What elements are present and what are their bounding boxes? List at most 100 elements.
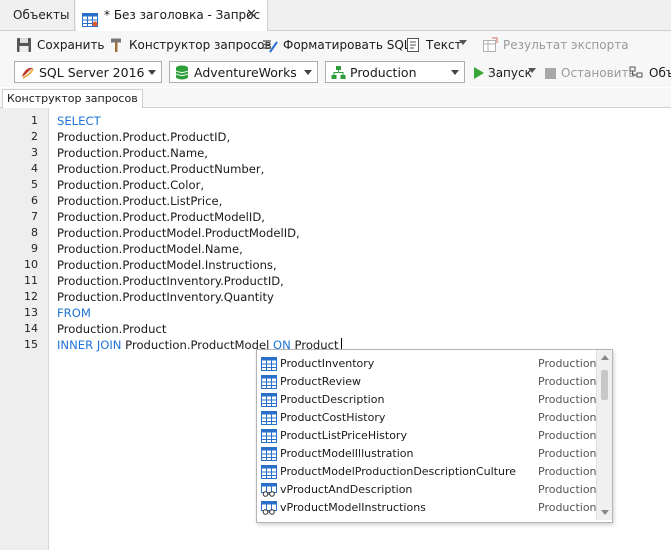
- text-mode-chevron-down-icon[interactable]: [459, 40, 467, 45]
- code-line: SELECT: [57, 113, 101, 129]
- autocomplete-item-name: vProductModelInstructions: [280, 501, 426, 514]
- connection-toolbar: SQL Server 2016 AdventureWorks Productio…: [0, 59, 671, 87]
- autocomplete-item-name: ProductCostHistory: [280, 411, 386, 424]
- code-line: Production.ProductModel.ProductModelID,: [57, 225, 300, 241]
- autocomplete-item-schema: Production: [538, 429, 597, 442]
- editor-subtabs: Конструктор запросов: [0, 88, 671, 108]
- autocomplete-item-schema: Production: [538, 411, 597, 424]
- tab-title: * Без заголовка - Запрос: [104, 8, 261, 22]
- autocomplete-item-schema: Production: [538, 357, 597, 370]
- schema-tree-icon: [331, 65, 346, 83]
- line-number: 15: [24, 338, 38, 351]
- sql-keyword: SELECT: [57, 114, 101, 128]
- line-number: 4: [31, 162, 38, 175]
- autocomplete-item[interactable]: ProductReview Production: [257, 373, 597, 391]
- line-number: 9: [31, 242, 38, 255]
- sql-text: Production.Product.ProductNumber,: [57, 162, 265, 176]
- line-number: 10: [24, 258, 38, 271]
- explain-button[interactable]: Объ: [629, 63, 671, 83]
- code-line: Production.Product.Color,: [57, 177, 204, 193]
- sql-text: Production.ProductInventory.Quantity: [57, 290, 274, 304]
- close-tab-icon[interactable]: ✕: [246, 0, 257, 30]
- code-line: Production.ProductModel.Instructions,: [57, 257, 277, 273]
- autocomplete-item-schema: Production: [538, 483, 597, 496]
- chevron-down-icon: [304, 70, 312, 75]
- document-tab-strip: Объекты * Без заголовка - Запрос ✕: [0, 0, 671, 31]
- line-number: 11: [24, 274, 38, 287]
- chevron-down-icon: [451, 70, 459, 75]
- autocomplete-item-schema: Production: [538, 447, 597, 460]
- code-line: Production.ProductModel.Name,: [57, 241, 243, 257]
- autocomplete-scrollbar[interactable]: [596, 350, 612, 520]
- autocomplete-item-name: vProductAndDescription: [280, 483, 413, 496]
- line-number-gutter: 1 2 3 4 5 6 7 8 9 10 11 12 13 14 15: [0, 108, 49, 550]
- query-builder-button[interactable]: Конструктор запросов: [108, 35, 272, 55]
- tab-query-document[interactable]: * Без заголовка - Запрос ✕: [76, 0, 268, 31]
- sql-text: Production.Product.Name,: [57, 146, 208, 160]
- autocomplete-item-schema: Production: [538, 501, 597, 514]
- line-number: 8: [31, 226, 38, 239]
- run-chevron-down-icon[interactable]: [528, 68, 536, 73]
- line-number: 2: [31, 130, 38, 143]
- code-line: Production.Product.Name,: [57, 145, 208, 161]
- line-number: 3: [31, 146, 38, 159]
- hammer-icon: [108, 37, 124, 59]
- sql-text: Production.ProductModel.Name,: [57, 242, 243, 256]
- line-number: 14: [24, 322, 38, 335]
- export-result-button[interactable]: Результат экспорта: [482, 35, 629, 55]
- sql-keyword: FROM: [57, 306, 91, 320]
- sql-keyword: INNER JOIN: [57, 338, 122, 352]
- autocomplete-item-name: ProductInventory: [280, 357, 375, 370]
- sql-text: Production.Product.ListPrice,: [57, 194, 223, 208]
- explain-plan-icon: [629, 65, 643, 87]
- autocomplete-item[interactable]: vProductAndDescription Production: [257, 481, 597, 499]
- export-icon: [482, 37, 498, 59]
- autocomplete-item[interactable]: vProductModelInstructions Production: [257, 499, 597, 517]
- text-mode-button[interactable]: Текст: [405, 35, 465, 55]
- scroll-up-icon[interactable]: [601, 355, 609, 360]
- main-toolbar: Сохранить Конструктор запросов Форматиро…: [0, 31, 671, 59]
- autocomplete-item[interactable]: ProductInventory Production: [257, 355, 597, 373]
- autocomplete-item[interactable]: ProductModelProductionDescriptionCulture…: [257, 463, 597, 481]
- code-line: Production.ProductInventory.ProductID,: [57, 273, 284, 289]
- format-wand-icon: [262, 37, 278, 59]
- database-select[interactable]: AdventureWorks: [169, 61, 318, 83]
- autocomplete-item[interactable]: ProductCostHistory Production: [257, 409, 597, 427]
- scrollbar-thumb[interactable]: [601, 370, 608, 400]
- code-line: Production.Product.ProductModelID,: [57, 209, 265, 225]
- scroll-down-icon[interactable]: [601, 510, 609, 515]
- tab-objects[interactable]: Объекты: [0, 0, 75, 30]
- autocomplete-item-name: ProductReview: [280, 375, 362, 388]
- chevron-down-icon: [148, 70, 156, 75]
- sql-text: Production.ProductInventory.ProductID,: [57, 274, 284, 288]
- sql-text: Production.ProductModel.Instructions,: [57, 258, 277, 272]
- save-button[interactable]: Сохранить: [16, 35, 105, 55]
- run-button[interactable]: Запуск: [472, 63, 532, 83]
- autocomplete-item-name: ProductModelProductionDescriptionCulture: [280, 465, 517, 478]
- schema-select[interactable]: Production: [325, 61, 465, 83]
- code-line: FROM: [57, 305, 91, 321]
- code-line: Production.Product: [57, 321, 166, 337]
- sql-text: Production.Product.Color,: [57, 178, 205, 192]
- stop-button[interactable]: Остановить: [544, 63, 636, 83]
- autocomplete-popup: ProductInventory Production ProductReview P…: [256, 349, 613, 523]
- sql-text: Production.Product.ProductID,: [57, 130, 231, 144]
- code-line: Production.Product.ListPrice,: [57, 193, 222, 209]
- sql-server-icon: [20, 65, 35, 83]
- sql-text: Production.Product: [57, 322, 167, 336]
- code-line: Production.Product.ProductID,: [57, 129, 230, 145]
- save-icon: [16, 37, 32, 59]
- autocomplete-item[interactable]: ProductDescription Production: [257, 391, 597, 409]
- format-sql-button[interactable]: Форматировать SQL: [262, 35, 411, 55]
- tab-query-builder[interactable]: Конструктор запросов: [2, 89, 143, 108]
- sql-text: Production.ProductModel: [121, 338, 274, 352]
- line-number: 5: [31, 178, 38, 191]
- autocomplete-item[interactable]: ProductModelIllustration Production: [257, 445, 597, 463]
- autocomplete-item[interactable]: ProductListPriceHistory Production: [257, 427, 597, 445]
- document-text-icon: [405, 37, 421, 59]
- server-select[interactable]: SQL Server 2016: [14, 61, 162, 83]
- code-line: Production.Product.ProductNumber,: [57, 161, 264, 177]
- line-number: 13: [24, 306, 38, 319]
- database-icon: [175, 65, 189, 83]
- line-number: 1: [31, 114, 38, 127]
